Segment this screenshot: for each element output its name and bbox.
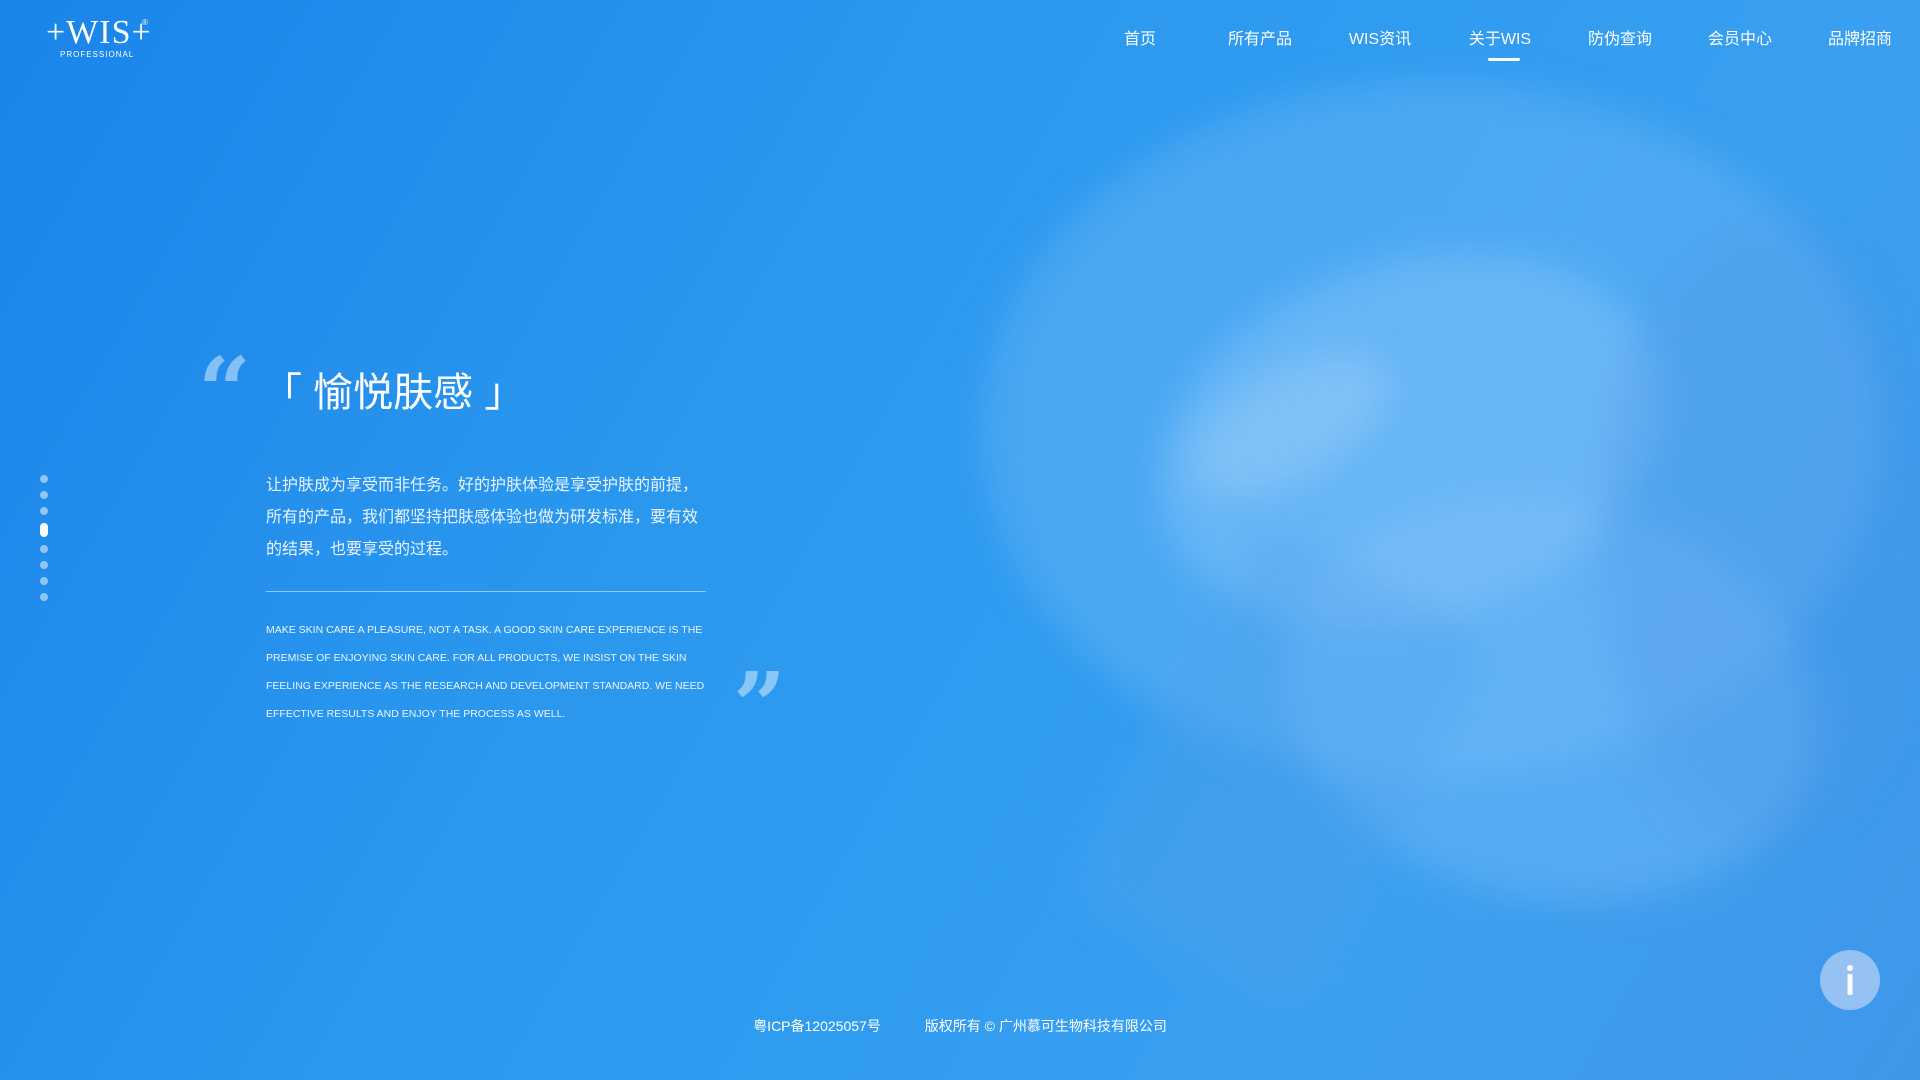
registered-mark: ® [142, 18, 148, 27]
logo[interactable]: +WIS+ PROFESSIONAL ® [46, 16, 156, 64]
logo-subtitle: PROFESSIONAL [60, 50, 135, 59]
divider [266, 591, 706, 592]
header: +WIS+ PROFESSIONAL ® 首页 所有产品 WIS资讯 关于WIS… [0, 0, 1920, 80]
nav-item-news[interactable]: WIS资讯 [1320, 0, 1440, 80]
open-quote-icon: “ [198, 337, 251, 445]
section-title: 「 愉悦肤感 」 [262, 371, 525, 415]
nav-item-brand-franchise[interactable]: 品牌招商 [1800, 0, 1920, 80]
section-dot[interactable] [40, 545, 48, 553]
info-icon [1847, 965, 1853, 995]
section-dot[interactable] [40, 507, 48, 515]
section-pagination [40, 475, 48, 609]
nav-item-home[interactable]: 首页 [1080, 0, 1200, 80]
close-quote-icon: ” [733, 652, 786, 760]
nav-item-anti-counterfeit[interactable]: 防伪查询 [1560, 0, 1680, 80]
section-dot[interactable] [40, 577, 48, 585]
nav-item-products[interactable]: 所有产品 [1200, 0, 1320, 80]
description-english: MAKE SKIN CARE A PLEASURE, NOT A TASK. A… [266, 624, 705, 720]
nav-item-member-center[interactable]: 会员中心 [1680, 0, 1800, 80]
section-dot-active[interactable] [40, 523, 48, 537]
section-dot[interactable] [40, 475, 48, 483]
description-chinese: 让护肤成为享受而非任务。好的护肤体验是享受护肤的前提，所有的产品，我们都坚持把肤… [266, 477, 699, 558]
info-button[interactable] [1820, 950, 1880, 1010]
logo-text: +WIS+ [46, 14, 152, 51]
icp-link[interactable]: 粤ICP备12025057号 [753, 1018, 881, 1034]
footer: 粤ICP备12025057号 版权所有 © 广州慕可生物科技有限公司 [0, 1016, 1920, 1036]
section-dot[interactable] [40, 593, 48, 601]
nav-item-about[interactable]: 关于WIS [1440, 0, 1560, 80]
section-dot[interactable] [40, 561, 48, 569]
section-dot[interactable] [40, 491, 48, 499]
main-nav: 首页 所有产品 WIS资讯 关于WIS 防伪查询 会员中心 品牌招商 [1080, 0, 1920, 80]
copyright-text: 版权所有 © 广州慕可生物科技有限公司 [924, 1018, 1167, 1034]
